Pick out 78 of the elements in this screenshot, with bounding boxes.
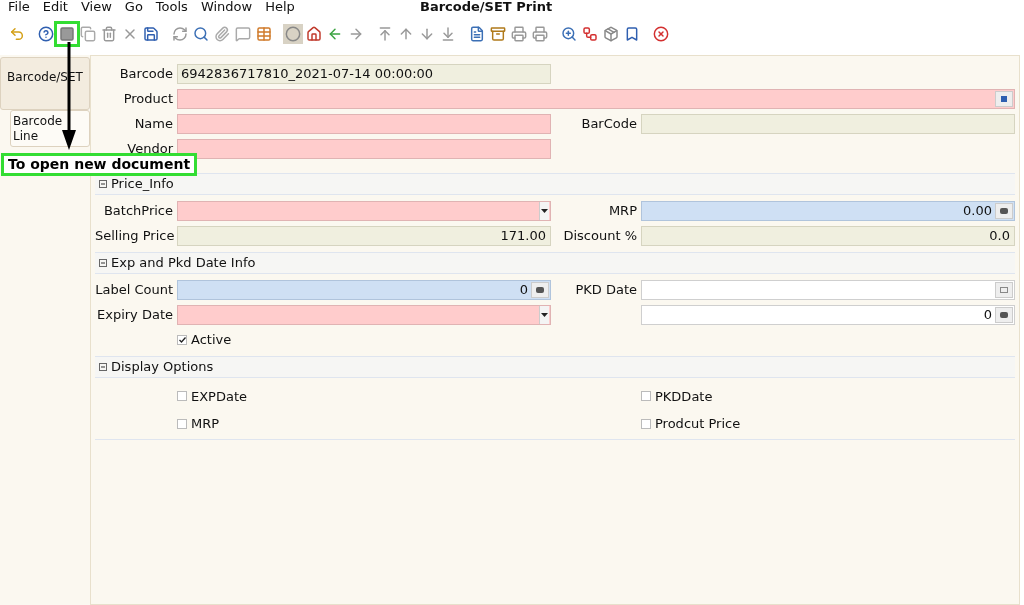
checkbox-label: Active (191, 331, 232, 349)
input-field[interactable]: 0 (177, 280, 551, 300)
calendar-button[interactable] (995, 282, 1013, 298)
section-header[interactable]: Price_Info (95, 173, 1015, 195)
input-field[interactable]: 171.00 (177, 226, 551, 246)
print-preview-icon[interactable] (509, 24, 529, 44)
field-label: Discount % (562, 227, 637, 246)
field-label: Selling Price (95, 227, 173, 246)
copy-icon[interactable] (78, 24, 98, 44)
refresh-icon[interactable] (170, 24, 190, 44)
checkbox-label: EXPDate (191, 387, 248, 406)
field-label: Expiry Date (96, 306, 173, 325)
menu-item[interactable]: Help (265, 0, 295, 13)
menu-item[interactable]: Go (124, 0, 143, 13)
calculator-button[interactable] (995, 203, 1013, 219)
input-field[interactable] (177, 305, 551, 325)
field-label: BarCode (580, 115, 637, 134)
calculator-button[interactable] (531, 282, 549, 298)
section-header[interactable]: Exp and Pkd Date Info (95, 252, 1015, 274)
print-icon[interactable] (530, 24, 550, 44)
menu-item[interactable]: Window (200, 0, 253, 13)
input-field[interactable] (641, 280, 1015, 300)
menu-item[interactable]: Edit (42, 0, 68, 13)
menu-item[interactable]: View (80, 0, 112, 13)
input-field[interactable]: 0 (641, 305, 1015, 325)
section-title: Exp and Pkd Date Info (111, 254, 256, 273)
input-field[interactable] (177, 114, 551, 134)
checkbox[interactable] (641, 418, 651, 429)
field-label: MRP (607, 202, 637, 221)
exit-icon[interactable] (651, 24, 671, 44)
caret-icon (541, 209, 548, 213)
menu-item[interactable]: File (8, 0, 30, 13)
checkbox-label: Prodcut Price (655, 415, 741, 433)
field-label: PKD Date (574, 281, 637, 300)
dropdown-button[interactable] (539, 306, 549, 324)
checkbox-label: PKDDate (655, 387, 713, 406)
field-label: Product (122, 90, 173, 109)
zoom-icon[interactable] (559, 24, 579, 44)
input-field[interactable] (177, 139, 551, 159)
lookup-button[interactable] (995, 91, 1013, 107)
archive-icon[interactable] (488, 24, 508, 44)
input-field[interactable] (641, 114, 1015, 134)
checkbox[interactable] (177, 334, 187, 345)
help-icon[interactable] (36, 24, 56, 44)
checkbox[interactable] (177, 418, 187, 429)
field-label: Barcode (118, 65, 173, 84)
field-label: BatchPrice (102, 202, 173, 221)
checkbox[interactable] (641, 391, 651, 402)
home-icon[interactable] (304, 24, 324, 44)
field-label: Label Count (95, 281, 173, 300)
workflow-icon[interactable] (580, 24, 600, 44)
section-title: Display Options (111, 357, 214, 376)
input-field[interactable] (177, 201, 551, 221)
field-label: Name (133, 115, 173, 134)
annotation-callout: To open new document (1, 153, 198, 176)
chat-icon[interactable] (233, 24, 253, 44)
delete-icon[interactable] (99, 24, 119, 44)
dropdown-button[interactable] (539, 202, 549, 220)
tab[interactable]: Barcode Line (10, 110, 90, 147)
search-icon[interactable] (191, 24, 211, 44)
product-icon[interactable] (601, 24, 621, 44)
new-document-icon[interactable] (57, 24, 77, 44)
checkbox[interactable] (177, 391, 187, 402)
input-field[interactable]: 6942836717810_2021-07-14 00:00:00 (177, 64, 551, 84)
grid-icon[interactable] (254, 24, 274, 44)
menu-item[interactable]: Tools (155, 0, 188, 13)
input-field[interactable] (177, 89, 1015, 109)
history-icon[interactable] (283, 24, 303, 44)
section-title: Price_Info (111, 175, 174, 194)
caret-icon (541, 313, 548, 317)
input-field[interactable]: 0.0 (641, 226, 1015, 246)
calculator-button[interactable] (995, 307, 1013, 323)
input-field[interactable]: 0.00 (641, 201, 1015, 221)
window-title: Barcode/SET Print (420, 0, 553, 13)
checkbox-label: MRP (191, 415, 220, 433)
save-icon[interactable] (141, 24, 161, 44)
paperclip-icon[interactable] (212, 24, 232, 44)
section-header[interactable]: Display Options (95, 355, 1015, 378)
